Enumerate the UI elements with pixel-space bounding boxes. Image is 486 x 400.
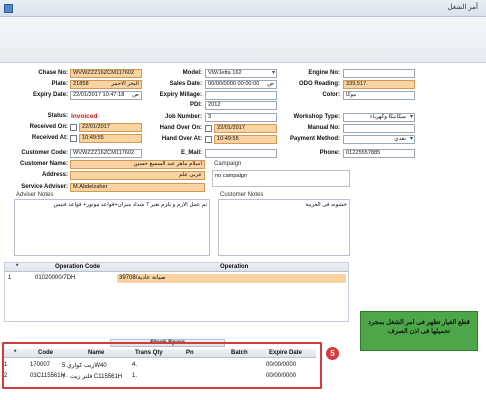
received-at-field[interactable]: 10:49:55 [79, 134, 142, 143]
operation-row-name: صيانة عادية/39708 [117, 274, 346, 283]
job-number-label: Job Number: [164, 114, 202, 120]
color-label: Color: [322, 92, 340, 98]
operations-header-code: Operation Code [55, 264, 101, 270]
operation-row-index: 1 [8, 275, 12, 281]
manual-no-label: Manual No: [307, 125, 340, 131]
plate-field[interactable]: 21858 البحر الاحمر [70, 80, 142, 89]
address-label: Address: [41, 172, 68, 178]
customer-name-field[interactable]: اسلام ماهر عبد السميع حسين [70, 160, 205, 169]
expiry-date-suffix: ص [132, 92, 139, 98]
received-on-field[interactable]: 22/01/2017 [79, 123, 142, 132]
payment-method-dropdown[interactable]: نقدي [343, 135, 415, 144]
address-field[interactable]: عربى علم [70, 171, 205, 180]
hand-over-on-field[interactable]: 22/01/2017 [214, 124, 277, 133]
phone-field[interactable]: 01225557885 [343, 149, 415, 158]
job-number-field[interactable]: 3 [205, 113, 277, 122]
workshop-type-dropdown[interactable]: ميكانيكا وكهرباء [343, 113, 415, 122]
adviser-notes-box[interactable]: تم عمل الازم و يلزم تغير 7 شداد ميزان+فو… [14, 199, 210, 256]
expiry-date-label: Expiry Date: [32, 92, 68, 98]
received-at-label: Received At: [31, 135, 68, 141]
status-value: Invoiced [71, 113, 98, 120]
plate-label: Plate: [51, 81, 68, 87]
received-on-checkbox[interactable] [70, 124, 77, 131]
customer-name-label: Customer Name: [19, 161, 68, 167]
annotation-callout: قطع الغيار تظهر فى امر الشغل بمجرد تحميل… [360, 311, 478, 351]
received-on-label: Received On: [29, 124, 68, 130]
odo-reading-field[interactable]: 339,517. [343, 80, 415, 89]
customer-notes-box[interactable]: خشونه فى العريبة [218, 199, 350, 256]
sales-date-value: 00/00/0000 00:00:00 [208, 81, 260, 87]
pdi-label: PDI: [190, 102, 202, 108]
operations-grid: * Operation Code Operation 1 01020000/7D… [4, 262, 349, 322]
status-label: Status: [47, 113, 68, 119]
customer-code-label: Customer Code: [21, 150, 68, 156]
toolbar-ribbon [0, 17, 486, 63]
operations-header-operation: Operation [220, 264, 249, 270]
service-adviser-field[interactable]: M.Abdelzaher [70, 183, 205, 192]
email-field[interactable] [205, 149, 277, 158]
manual-no-field[interactable] [343, 124, 415, 133]
pdi-field[interactable]: 2012 [205, 101, 277, 110]
sales-date-suffix: ص [267, 81, 274, 87]
odo-reading-label: ODO Reading: [298, 81, 340, 87]
campaign-label: Campaign [214, 161, 242, 167]
title-bar: أمر الشغل [0, 0, 486, 17]
operations-header-index: * [16, 264, 19, 270]
app-icon [4, 4, 13, 13]
hand-over-at-checkbox[interactable] [205, 136, 212, 143]
table-row[interactable]: 1 01020000/7DH صيانة عادية/39708 [5, 274, 348, 283]
plate-region: البحر الاحمر [111, 81, 139, 87]
expiry-date-field[interactable]: 22/01/2017 10:47:18 ص [70, 91, 142, 100]
campaign-box[interactable]: no campaign [212, 170, 350, 187]
email-label: E_Mail: [180, 150, 202, 156]
payment-method-label: Payment Method: [289, 136, 340, 142]
hand-over-on-checkbox[interactable] [205, 125, 212, 132]
operations-header: * Operation Code Operation [5, 263, 348, 272]
hand-over-at-label: Hand Over At: [161, 136, 202, 142]
window-title: أمر الشغل [447, 4, 478, 11]
received-at-checkbox[interactable] [70, 135, 77, 142]
customer-code-field[interactable]: WVWZZZ16ZCM117602 [70, 149, 142, 158]
hand-over-on-label: Hand Over On: [159, 125, 202, 131]
chase-no-field[interactable]: WVWZZZ16ZCM117602 [70, 69, 142, 78]
model-dropdown[interactable]: VW/Jetta 162 [205, 69, 277, 78]
annotation-highlight-box [2, 342, 322, 389]
sales-date-label: Sales Date: [169, 81, 202, 87]
service-adviser-label: Service Adviser: [21, 184, 68, 190]
model-label: Model: [182, 70, 202, 76]
adviser-notes-label: Adviser Notes [16, 192, 54, 198]
step-badge: 5 [326, 347, 339, 360]
phone-label: Phone: [319, 150, 340, 156]
sales-date-field[interactable]: 00/00/0000 00:00:00 ص [205, 80, 277, 89]
engine-no-label: Engine No: [308, 70, 340, 76]
operation-row-code: 01020000/7DH [35, 275, 76, 281]
customer-notes-label: Customer Notes [220, 192, 264, 198]
chase-no-label: Chase No: [38, 70, 68, 76]
expiry-date-value: 22/01/2017 10:47:18 [73, 92, 125, 98]
plate-number: 21858 [73, 81, 89, 87]
workshop-type-label: Workshop Type: [293, 114, 340, 120]
engine-no-field[interactable] [343, 69, 415, 78]
hand-over-at-field[interactable]: 10:49:55 [214, 135, 277, 144]
expiry-millage-label: Expiry Millage: [159, 92, 202, 98]
expiry-millage-field[interactable] [205, 91, 277, 100]
color-field[interactable]: موكا [343, 91, 415, 100]
